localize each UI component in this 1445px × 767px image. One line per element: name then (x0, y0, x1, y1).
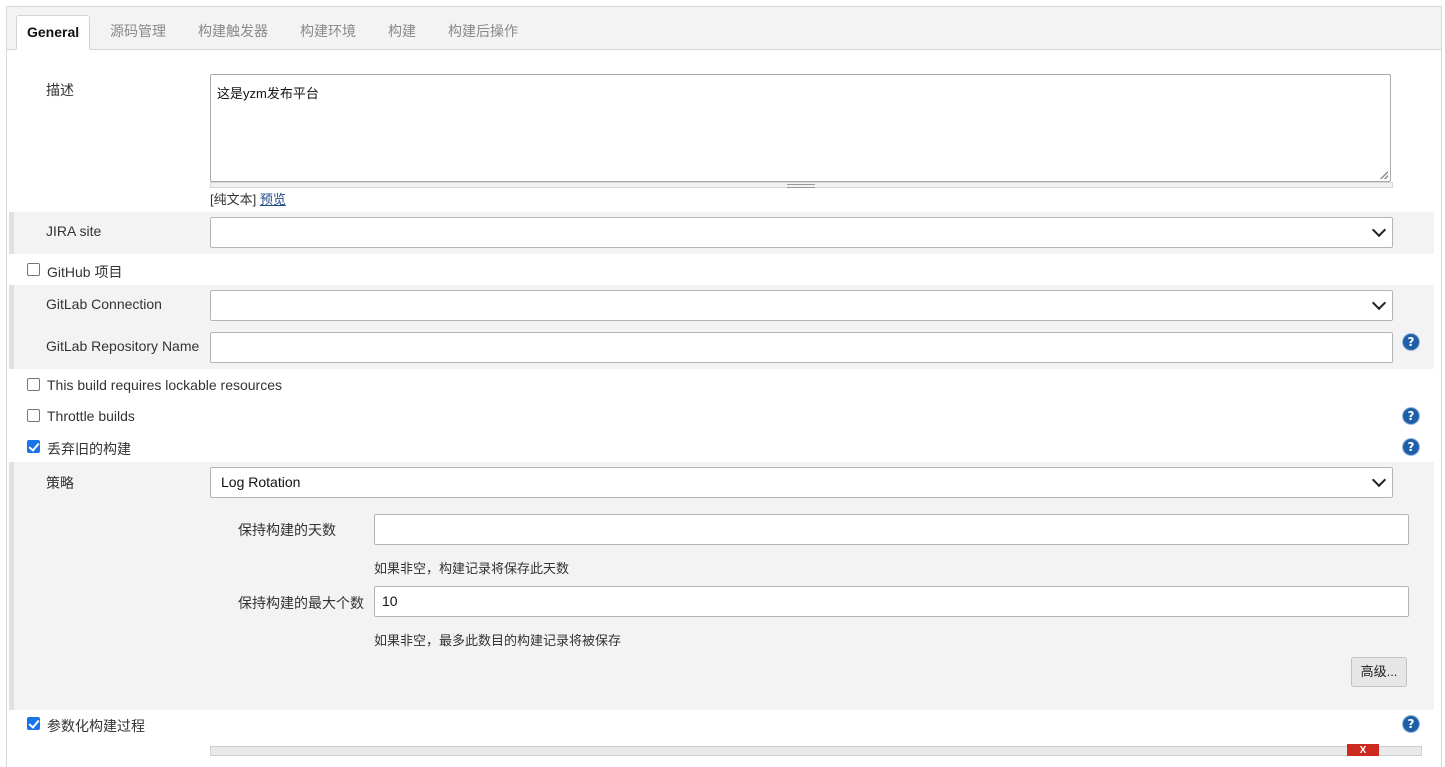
tab-build[interactable]: 构建 (388, 15, 416, 48)
discard-old-builds-label: 丢弃旧的构建 (47, 441, 131, 457)
help-icon[interactable]: ? (1403, 408, 1419, 424)
github-project-label: GitHub 项目 (47, 264, 123, 280)
description-label: 描述 (46, 82, 74, 98)
discard-old-builds-checkbox[interactable] (27, 440, 40, 453)
tab-bar: General 源码管理 构建触发器 构建环境 构建 构建后操作 (7, 7, 1441, 50)
days-to-keep-hint: 如果非空，构建记录将保存此天数 (374, 561, 570, 576)
gitlab-connection-select[interactable] (210, 290, 1393, 321)
gitlab-repository-label: GitLab Repository Name (46, 338, 200, 354)
days-to-keep-input[interactable] (374, 514, 1409, 545)
grip-icon (787, 184, 815, 188)
jira-site-select[interactable] (210, 217, 1393, 248)
throttle-builds-label: Throttle builds (47, 408, 135, 424)
tab-source-management[interactable]: 源码管理 (110, 15, 166, 48)
chevron-down-icon (1371, 472, 1387, 488)
tab-build-environment[interactable]: 构建环境 (300, 15, 356, 48)
chevron-down-icon (1371, 295, 1387, 311)
tab-build-triggers[interactable]: 构建触发器 (198, 15, 268, 48)
strategy-value: Log Rotation (221, 474, 301, 490)
preview-link[interactable]: 预览 (260, 192, 286, 207)
lockable-resources-label: This build requires lockable resources (47, 377, 282, 393)
jira-site-label: JIRA site (46, 223, 102, 239)
strategy-label: 策略 (46, 475, 74, 491)
max-builds-input[interactable]: 10 (374, 586, 1409, 617)
help-icon[interactable]: ? (1403, 439, 1419, 455)
chevron-down-icon (1371, 222, 1387, 238)
max-builds-label: 保持构建的最大个数 (238, 595, 364, 611)
gitlab-repository-input[interactable] (210, 332, 1393, 363)
help-icon[interactable]: ? (1403, 334, 1419, 350)
textarea-grip[interactable] (210, 182, 1393, 188)
tab-general[interactable]: General (16, 15, 91, 50)
gitlab-connection-label: GitLab Connection (46, 296, 162, 312)
format-text-row: [纯文本] 预览 (210, 189, 286, 208)
parameter-panel (210, 746, 1422, 756)
description-textarea[interactable]: 这是yzm发布平台 (210, 74, 1391, 182)
throttle-builds-checkbox[interactable] (27, 409, 40, 422)
advanced-button[interactable]: 高级... (1351, 657, 1407, 687)
strategy-select[interactable]: Log Rotation (210, 467, 1393, 498)
parameterized-build-label: 参数化构建过程 (47, 718, 145, 734)
resize-handle-icon[interactable] (1380, 171, 1388, 179)
parameterized-build-checkbox[interactable] (27, 717, 40, 730)
delete-parameter-button[interactable]: X (1347, 744, 1379, 756)
description-value: 这是yzm发布平台 (217, 86, 319, 101)
max-builds-hint: 如果非空，最多此数目的构建记录将被保存 (374, 633, 622, 648)
github-project-checkbox[interactable] (27, 263, 40, 276)
days-to-keep-label: 保持构建的天数 (238, 522, 336, 538)
tab-post-build-actions[interactable]: 构建后操作 (448, 15, 518, 48)
format-text-label: [纯文本] (210, 192, 257, 207)
lockable-resources-checkbox[interactable] (27, 378, 40, 391)
help-icon[interactable]: ? (1403, 716, 1419, 732)
